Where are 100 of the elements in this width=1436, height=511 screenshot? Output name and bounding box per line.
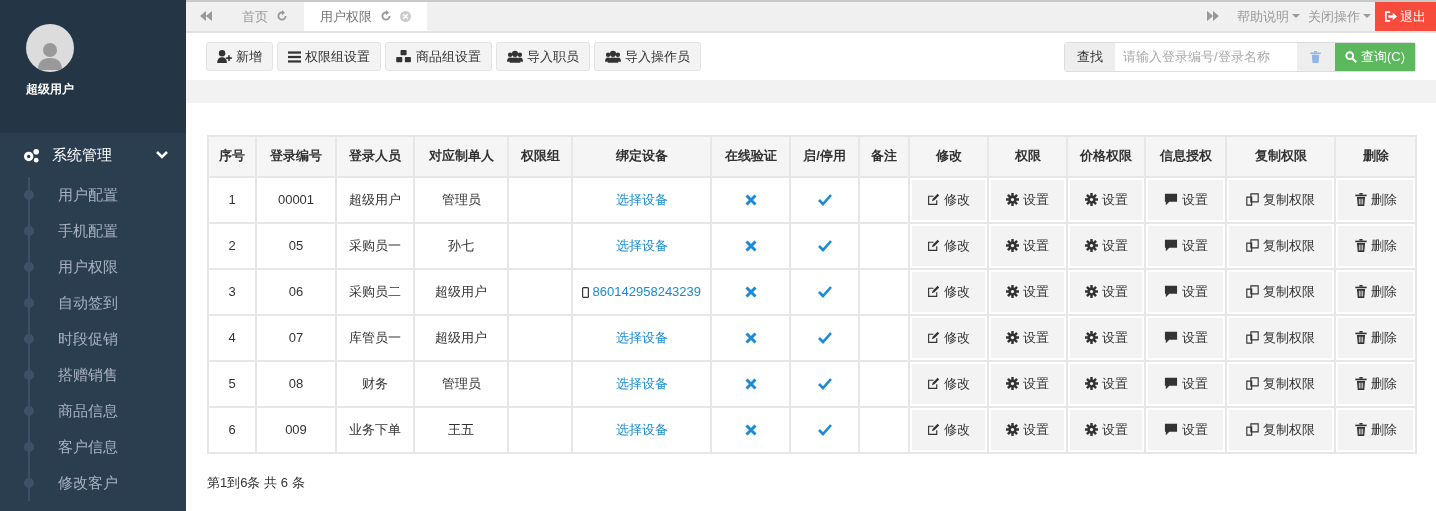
select-device-link[interactable]: 选择设备: [615, 329, 668, 345]
refresh-icon: [380, 10, 392, 23]
toolbar-button[interactable]: 商品组设置: [385, 41, 492, 72]
sidebar-item[interactable]: 搭赠销售: [58, 363, 118, 387]
action-button[interactable]: 设置: [1070, 409, 1142, 450]
comment-icon: [1163, 239, 1178, 252]
comment-icon: [1163, 285, 1178, 298]
caret-icon: [1363, 14, 1371, 19]
action-button[interactable]: 设置: [991, 363, 1064, 404]
action-button[interactable]: 删除: [1338, 225, 1413, 266]
select-device-link[interactable]: 选择设备: [615, 375, 668, 391]
toolbar-button[interactable]: 新增: [206, 41, 273, 72]
column-header: 绑定设备: [572, 135, 711, 177]
sidebar-item[interactable]: 自动签到: [58, 291, 118, 315]
column-header: 信息授权: [1145, 135, 1226, 177]
action-button[interactable]: 设置: [991, 225, 1064, 266]
column-header: 价格权限: [1067, 135, 1145, 177]
select-device-link[interactable]: 选择设备: [615, 191, 668, 207]
table-cell: 2: [208, 222, 256, 269]
action-button[interactable]: 删除: [1338, 409, 1413, 450]
action-button[interactable]: 复制权限: [1229, 409, 1332, 450]
table-cell: 08: [256, 360, 336, 407]
action-button[interactable]: 修改: [912, 271, 985, 312]
action-button[interactable]: 设置: [1148, 179, 1223, 220]
select-device-link[interactable]: 选择设备: [615, 421, 668, 437]
action-button[interactable]: 复制权限: [1229, 271, 1332, 312]
action-button[interactable]: 删除: [1338, 271, 1413, 312]
gear-icon: [1084, 193, 1098, 206]
action-button[interactable]: 设置: [1148, 271, 1223, 312]
search-icon: [1344, 50, 1357, 63]
gear-icon: [1084, 423, 1098, 436]
select-device-link[interactable]: 选择设备: [615, 237, 668, 253]
table-cell: 4: [208, 314, 256, 361]
action-button[interactable]: 复制权限: [1229, 225, 1332, 266]
copy-icon: [1246, 193, 1259, 206]
sidebar-item[interactable]: 商品信息: [58, 399, 118, 423]
column-header: 启/停用: [790, 135, 859, 177]
trash-icon: [1310, 50, 1322, 63]
chevron-down-icon: [156, 151, 168, 159]
phone-icon: [581, 286, 589, 298]
action-button[interactable]: 设置: [1148, 317, 1223, 358]
action-button[interactable]: 复制权限: [1229, 317, 1332, 358]
action-button[interactable]: 删除: [1338, 179, 1413, 220]
action-button[interactable]: 修改: [912, 363, 985, 404]
action-button[interactable]: 设置: [991, 317, 1064, 358]
action-button[interactable]: 修改: [912, 317, 985, 358]
gear-icon: [1084, 239, 1098, 252]
action-button[interactable]: 设置: [1148, 225, 1223, 266]
toolbar-button[interactable]: 导入操作员: [594, 41, 701, 72]
toolbar-button[interactable]: 导入职员: [496, 41, 590, 72]
action-button[interactable]: 设置: [1070, 179, 1142, 220]
sidebar-item[interactable]: 用户配置: [58, 183, 118, 207]
sidebar-item[interactable]: 修改客户: [58, 471, 118, 495]
pagination-summary: 第1到6条 共 6 条: [206, 473, 306, 492]
column-header: 复制权限: [1226, 135, 1335, 177]
action-button[interactable]: 设置: [1148, 409, 1223, 450]
column-header: 修改: [909, 135, 988, 177]
action-button[interactable]: 复制权限: [1229, 179, 1332, 220]
action-button[interactable]: 设置: [1070, 363, 1142, 404]
trash-icon: [1354, 239, 1367, 252]
search-label: 查找: [1064, 42, 1115, 71]
edit-icon: [927, 193, 940, 206]
sidebar-item[interactable]: 用户权限: [58, 255, 118, 279]
clear-button[interactable]: [1296, 42, 1335, 71]
column-header: 登录编号: [256, 135, 336, 177]
sidebar-item[interactable]: 手机配置: [58, 219, 118, 243]
trash-icon: [1354, 423, 1367, 436]
toolbar-button[interactable]: 权限组设置: [277, 41, 381, 72]
copy-icon: [1246, 331, 1259, 344]
sidebar-item[interactable]: 时段促销: [58, 327, 118, 351]
column-header: 删除: [1335, 135, 1416, 177]
action-button[interactable]: 删除: [1338, 317, 1413, 358]
tab[interactable]: 用户权限: [304, 2, 427, 31]
action-button[interactable]: 修改: [912, 409, 985, 450]
table-cell: 5: [208, 360, 256, 407]
exit-icon: [1385, 10, 1397, 22]
gear-icon: [1084, 285, 1098, 298]
action-button[interactable]: 设置: [991, 271, 1064, 312]
action-button[interactable]: 复制权限: [1229, 363, 1332, 404]
action-button[interactable]: 修改: [912, 225, 985, 266]
sidebar-item[interactable]: 客户信息: [58, 435, 118, 459]
action-button[interactable]: 设置: [1070, 317, 1142, 358]
table-cell: 超级用户: [414, 314, 508, 361]
action-button[interactable]: 设置: [1070, 271, 1142, 312]
table-cell: 王五: [414, 406, 508, 453]
gears-icon: [23, 147, 40, 163]
table-cell: 00001: [256, 176, 336, 223]
comment-icon: [1163, 331, 1178, 344]
users-icon: [605, 50, 621, 64]
action-button[interactable]: 设置: [1148, 363, 1223, 404]
action-button[interactable]: 设置: [991, 179, 1064, 220]
action-button[interactable]: 修改: [912, 179, 985, 220]
action-button[interactable]: 设置: [1070, 225, 1142, 266]
column-header: 序号: [208, 135, 256, 177]
copy-icon: [1246, 285, 1259, 298]
sidebar-section[interactable]: 系统管理: [0, 133, 186, 177]
user-name: 超级用户: [26, 81, 74, 98]
column-header: 在线验证: [711, 135, 790, 177]
action-button[interactable]: 删除: [1338, 363, 1413, 404]
action-button[interactable]: 设置: [991, 409, 1064, 450]
